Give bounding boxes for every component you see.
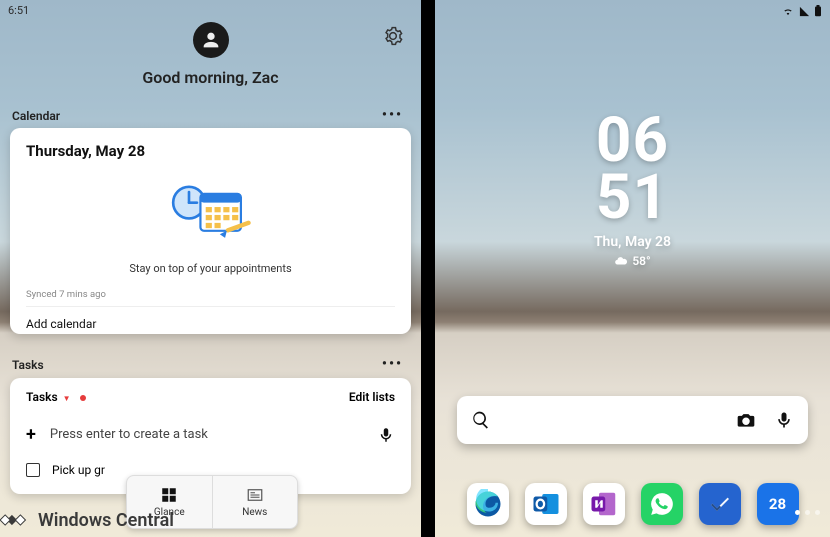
watermark: Windows Central	[0, 509, 174, 531]
microphone-icon[interactable]	[774, 410, 794, 430]
nav-news-label: News	[242, 507, 267, 518]
chevron-down-icon: ▼	[63, 394, 71, 403]
app-google-calendar[interactable]: 28	[757, 483, 799, 525]
page-dot-1	[795, 510, 800, 515]
tasks-section-title: Tasks	[12, 358, 44, 372]
tasks-unread-indicator	[80, 395, 86, 401]
status-bar-time: 6:51	[8, 4, 29, 17]
camera-icon[interactable]	[736, 410, 756, 430]
cloud-icon	[614, 254, 628, 268]
calendar-more-button[interactable]: •••	[382, 107, 403, 123]
page-indicator[interactable]	[795, 510, 820, 515]
glance-icon	[160, 486, 178, 504]
page-dot-2	[805, 510, 810, 515]
todo-icon	[708, 492, 732, 516]
app-dock: 28	[435, 483, 830, 525]
page-dot-3	[815, 510, 820, 515]
task-input[interactable]: Press enter to create a task	[50, 427, 363, 442]
news-icon	[246, 486, 264, 504]
add-calendar-button[interactable]: Add calendar	[26, 307, 395, 339]
greeting-text: Good morning, Zac	[0, 68, 421, 87]
calendar-sync-status: Synced 7 mins ago	[26, 289, 395, 307]
watermark-text: Windows Central	[38, 510, 174, 531]
signal-icon	[798, 6, 811, 17]
onenote-icon	[589, 489, 619, 519]
task-title: Pick up gr	[52, 463, 105, 477]
left-screen: 6:51 Good morning, Zac Calendar ••• Thur…	[0, 0, 421, 537]
microphone-icon[interactable]	[377, 426, 395, 444]
tasks-list-name: Tasks	[26, 390, 58, 404]
app-onenote[interactable]	[583, 483, 625, 525]
tasks-list-selector[interactable]: Tasks ▼	[26, 390, 86, 404]
feed-header: Good morning, Zac	[0, 22, 421, 87]
edge-icon	[473, 489, 503, 519]
clock-date: Thu, May 28	[435, 234, 830, 250]
status-bar-right	[781, 5, 822, 17]
edit-lists-button[interactable]: Edit lists	[349, 390, 395, 404]
app-whatsapp[interactable]	[641, 483, 683, 525]
weather-temp: 58°	[632, 254, 650, 268]
outlook-icon	[531, 489, 561, 519]
clock-widget[interactable]: 06 51 Thu, May 28 58°	[435, 112, 830, 272]
search-icon	[471, 410, 491, 430]
calendar-illustration	[167, 178, 255, 248]
add-task-button[interactable]: +	[26, 424, 36, 445]
battery-icon	[814, 5, 822, 17]
calendar-message: Stay on top of your appointments	[26, 262, 395, 275]
calendar-clock-icon	[167, 178, 255, 248]
calendar-card[interactable]: Thursday, May 28 Stay on top of your app…	[10, 128, 411, 334]
person-icon	[200, 29, 222, 51]
calendar-section-title: Calendar	[12, 109, 60, 123]
wifi-icon	[781, 6, 795, 17]
app-todo[interactable]	[699, 483, 741, 525]
device-hinge	[421, 0, 435, 537]
avatar[interactable]	[193, 22, 229, 58]
calendar-day-number: 28	[769, 495, 786, 513]
whatsapp-icon	[649, 491, 675, 517]
weather-widget[interactable]: 58°	[614, 254, 650, 268]
watermark-logo-icon	[0, 509, 34, 531]
search-bar[interactable]	[457, 396, 808, 444]
nav-news[interactable]: News	[213, 476, 298, 528]
calendar-date: Thursday, May 28	[26, 142, 395, 160]
app-outlook[interactable]	[525, 483, 567, 525]
app-edge[interactable]	[467, 483, 509, 525]
task-checkbox[interactable]	[26, 463, 40, 477]
clock-minutes: 51	[435, 169, 830, 226]
right-screen: 06 51 Thu, May 28 58°	[435, 0, 830, 537]
tasks-more-button[interactable]: •••	[382, 356, 403, 372]
